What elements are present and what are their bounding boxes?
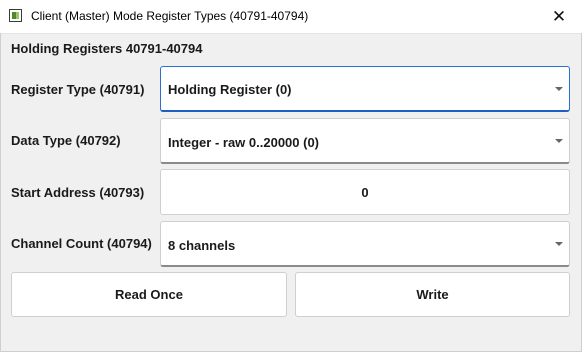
data-type-label: Data Type (40792) <box>11 133 121 148</box>
app-icon <box>9 9 22 22</box>
data-type-combobox[interactable]: Integer - raw 0..20000 (0) <box>160 118 570 164</box>
window-title: Client (Master) Mode Register Types (407… <box>31 9 309 23</box>
chevron-down-icon <box>555 87 563 91</box>
close-icon: ✕ <box>551 6 567 26</box>
register-type-value: Holding Register (0) <box>168 82 292 97</box>
channel-count-value: 8 channels <box>168 238 236 253</box>
chevron-down-icon <box>555 139 563 143</box>
read-once-label: Read Once <box>115 287 183 302</box>
title-bar: Client (Master) Mode Register Types (407… <box>0 0 582 34</box>
start-address-input[interactable]: 0 <box>160 169 570 215</box>
register-type-label: Register Type (40791) <box>11 82 145 97</box>
start-address-label: Start Address (40793) <box>11 185 145 200</box>
data-type-value: Integer - raw 0..20000 (0) <box>168 135 320 150</box>
write-button[interactable]: Write <box>295 272 570 317</box>
read-once-button[interactable]: Read Once <box>11 272 287 317</box>
write-label: Write <box>416 287 449 302</box>
chevron-down-icon <box>555 242 563 246</box>
section-heading: Holding Registers 40791-40794 <box>11 41 203 56</box>
channel-count-combobox[interactable]: 8 channels <box>160 221 570 267</box>
close-button[interactable]: ✕ <box>536 0 582 33</box>
window-border-left <box>0 33 1 352</box>
register-type-combobox[interactable]: Holding Register (0) <box>160 66 570 112</box>
channel-count-label: Channel Count (40794) <box>11 236 152 251</box>
